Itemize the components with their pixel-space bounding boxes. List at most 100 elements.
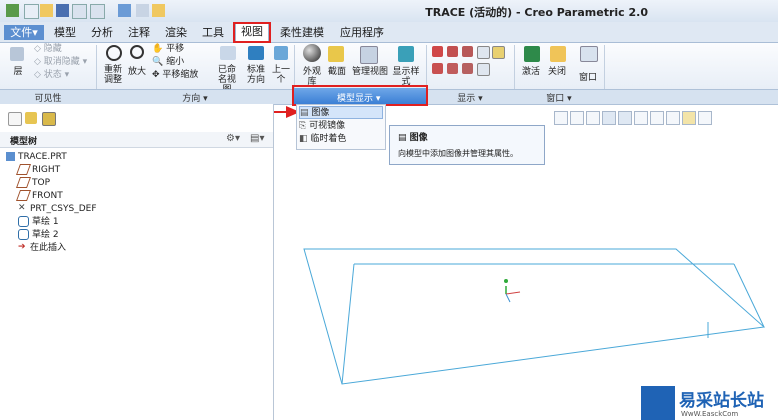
section-icon xyxy=(328,46,344,62)
tab-annotate[interactable]: 注释 xyxy=(124,25,154,40)
csys-tag-icon[interactable] xyxy=(462,63,473,74)
window-icon xyxy=(580,46,598,62)
refit-icon xyxy=(106,45,122,61)
activate-button[interactable]: 激活 xyxy=(520,67,542,77)
unhide-button[interactable]: ◇ 取消隐藏 ▾ xyxy=(34,57,87,68)
zoom-in-icon xyxy=(130,45,144,59)
tab-flexible-modeling[interactable]: 柔性建模 xyxy=(275,25,329,40)
model-tree-title: 模型树 xyxy=(10,137,38,147)
part-icon xyxy=(6,152,15,161)
close-window-icon[interactable] xyxy=(152,4,165,17)
view-manager-icon xyxy=(360,46,378,64)
orientation-group-label[interactable]: 方向 ▾ xyxy=(96,91,294,104)
window-button[interactable]: 窗口 xyxy=(576,73,600,83)
axis-display-icon[interactable] xyxy=(447,46,458,57)
watermark-sub: WwW.EasckCom xyxy=(681,410,739,418)
csys-display-icon[interactable] xyxy=(477,46,490,59)
insert-arrow-icon: ➔ xyxy=(18,242,26,252)
view-tab-highlight xyxy=(233,22,271,43)
undo-icon[interactable] xyxy=(72,4,87,19)
status-button[interactable]: ◇ 状态 ▾ xyxy=(34,70,69,81)
appearance-button[interactable]: 外观库 xyxy=(300,67,324,87)
layer-button[interactable]: 层 xyxy=(10,67,26,77)
tab-file[interactable]: 文件▾ xyxy=(4,25,44,40)
title-bar: TRACE (活动的) - Creo Parametric 2.0 xyxy=(0,0,778,22)
standard-orientation-button[interactable]: 标准方向 xyxy=(244,65,268,85)
datum-plane-icon xyxy=(15,190,32,201)
tab-applications[interactable]: 应用程序 xyxy=(335,25,389,40)
display-style-icon xyxy=(398,46,414,62)
tree-item-part[interactable]: TRACE.PRT xyxy=(6,151,67,163)
view-manager-button[interactable]: 管理视图 xyxy=(350,67,390,77)
sketch-icon xyxy=(18,229,29,240)
tree-item-insert-here[interactable]: ➔ 在此插入 xyxy=(18,242,66,254)
watermark-logo-icon xyxy=(641,386,675,420)
named-views-icon xyxy=(220,46,236,60)
show-group-label[interactable]: 显示 ▾ xyxy=(426,91,514,104)
tab-model[interactable]: 模型 xyxy=(50,25,80,40)
open-icon[interactable] xyxy=(40,4,53,17)
csys-icon: ✕ xyxy=(18,203,26,213)
display-style-button[interactable]: 显示样式 xyxy=(392,67,420,87)
graphics-area[interactable] xyxy=(274,104,778,420)
zoom-out-button[interactable]: 🔍 缩小 xyxy=(152,57,184,67)
tree-item-sketch-1[interactable]: 草绘 1 xyxy=(18,216,59,228)
standard-orientation-icon xyxy=(248,46,264,60)
activate-icon xyxy=(524,46,540,62)
window-title: TRACE (活动的) - Creo Parametric 2.0 xyxy=(425,6,648,19)
watermark-text: 易采站长站 xyxy=(679,391,764,411)
close-button[interactable]: 关闭 xyxy=(546,67,568,77)
window-group-label[interactable]: 窗口 ▾ xyxy=(514,91,604,104)
regenerate-icon[interactable] xyxy=(118,4,131,17)
save-icon[interactable] xyxy=(56,4,69,17)
appearance-icon xyxy=(303,44,321,62)
tree-item-right[interactable]: RIGHT xyxy=(15,164,60,176)
tree-item-csys[interactable]: ✕ PRT_CSYS_DEF xyxy=(18,203,97,215)
redo-icon[interactable] xyxy=(90,4,105,19)
sketch-outline xyxy=(303,248,766,385)
favorites-tab-icon[interactable] xyxy=(42,112,56,126)
csys-x-axis xyxy=(505,291,521,295)
point-tag-icon[interactable] xyxy=(447,63,458,74)
windows-icon[interactable] xyxy=(136,4,149,17)
tab-tools[interactable]: 工具 xyxy=(198,25,228,40)
spin-center-icon[interactable] xyxy=(477,63,490,76)
previous-view-button[interactable]: 上一个 xyxy=(270,65,292,85)
pan-zoom-button[interactable]: ✥ 平移缩放 xyxy=(152,70,198,80)
sketch-line-right xyxy=(733,263,765,328)
sketch-line-left xyxy=(341,263,355,385)
new-icon[interactable] xyxy=(24,4,39,19)
folder-browser-tab-icon[interactable] xyxy=(25,112,37,124)
tab-render[interactable]: 渲染 xyxy=(161,25,191,40)
csys-z-axis xyxy=(505,293,511,303)
tab-analysis[interactable]: 分析 xyxy=(87,25,117,40)
pan-button[interactable]: ✋ 平移 xyxy=(152,44,184,54)
datum-display-icon[interactable] xyxy=(432,46,443,57)
csys-y-marker xyxy=(504,279,508,283)
zoom-in-button[interactable]: 放大 xyxy=(126,67,148,77)
point-display-icon[interactable] xyxy=(462,46,473,57)
tree-filter-icon[interactable]: ⚙▾ xyxy=(226,133,240,144)
watermark: 易采站长站 WwW.EasckCom xyxy=(637,386,778,420)
axis-tag-icon[interactable] xyxy=(432,63,443,74)
sketch-icon xyxy=(18,216,29,227)
tree-item-top[interactable]: TOP xyxy=(15,177,50,189)
model-display-highlight xyxy=(292,85,428,106)
tree-item-front[interactable]: FRONT xyxy=(15,190,63,202)
visibility-group-label: 可见性 xyxy=(34,94,62,104)
model-tree-tab-icon[interactable] xyxy=(8,112,22,126)
datum-plane-icon xyxy=(15,177,32,188)
ribbon-tabs: 文件▾ 模型 分析 注释 渲染 工具 视图 柔性建模 应用程序 xyxy=(0,22,778,43)
datum-plane-icon xyxy=(15,164,32,175)
navigator-tabs xyxy=(0,108,273,130)
app-icon xyxy=(6,4,19,17)
tree-settings-icon[interactable]: ▤▾ xyxy=(250,133,264,144)
close-icon xyxy=(550,46,566,62)
refit-button[interactable]: 重新调整 xyxy=(100,65,126,85)
model-tree-header: 模型树 ⚙▾ ▤▾ xyxy=(0,132,273,148)
hide-button[interactable]: ◇ 隐藏 xyxy=(34,44,62,55)
section-button[interactable]: 截面 xyxy=(326,67,348,77)
plane-tag-icon[interactable] xyxy=(492,46,505,59)
tree-item-sketch-2[interactable]: 草绘 2 xyxy=(18,229,59,241)
layer-icon xyxy=(10,47,24,61)
